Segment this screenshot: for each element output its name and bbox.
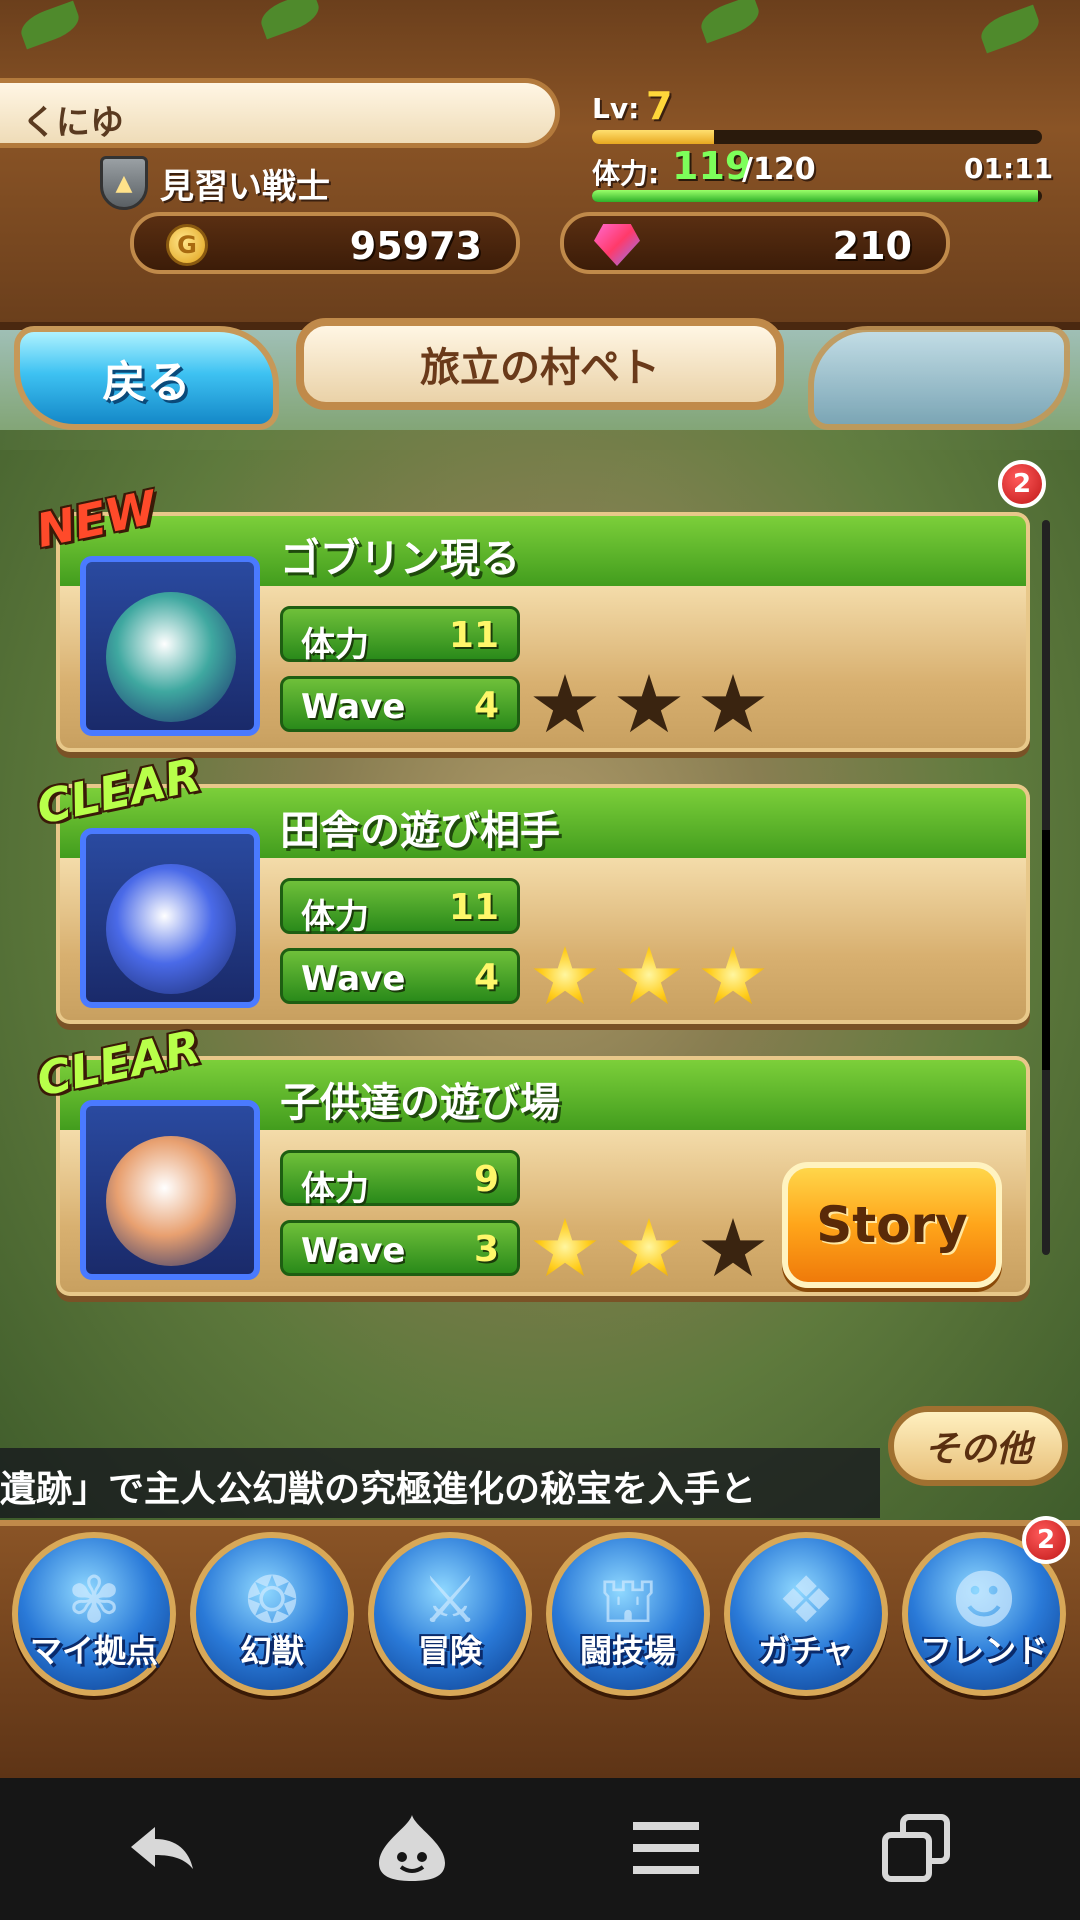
menu-icon[interactable] — [626, 1808, 706, 1888]
exp-bar — [592, 130, 1042, 144]
menu-button-beasts[interactable]: ❂ 幻獣 — [190, 1532, 354, 1696]
quest-card[interactable]: 田舎の遊び相手 CLEAR 体力 11 Wave 4 — [32, 747, 1030, 1024]
quest-card[interactable]: ゴブリン現る NEW 体力 11 Wave 4 — [32, 480, 1030, 752]
leaf-decoration — [976, 4, 1044, 54]
back-arrow-icon[interactable] — [122, 1808, 202, 1888]
stamina-cost-value: 11 — [448, 615, 499, 656]
gold-value: 95973 — [349, 224, 482, 268]
menu-button-gacha[interactable]: ❖ ガチャ — [724, 1532, 888, 1696]
leaf-decoration — [16, 0, 84, 50]
stamina-cost-value: 11 — [448, 887, 499, 928]
rank-title: 見習い戦士 — [160, 166, 330, 207]
wave-value: 4 — [473, 957, 499, 998]
stamina-label: 体力: — [592, 157, 660, 190]
location-title: 旅立の村ペト — [420, 345, 660, 391]
stamina-bar — [592, 190, 1042, 202]
menu-label: ガチャ — [758, 1632, 854, 1670]
quest-portrait — [80, 1100, 260, 1280]
wave-box: Wave 4 — [280, 676, 520, 732]
recent-apps-icon[interactable] — [876, 1808, 956, 1888]
friends-badge: 2 — [1022, 1516, 1070, 1564]
story-button-label: Story — [816, 1196, 968, 1254]
location-title-plate: 旅立の村ペト — [296, 318, 784, 410]
stamina-cost-label: 体力 — [301, 1169, 369, 1209]
news-ticker[interactable]: 遺跡」で主人公幻獣の究極進化の秘宝を入手と — [0, 1448, 880, 1518]
system-navigation-bar — [0, 1778, 1080, 1920]
gem-value: 210 — [832, 224, 912, 268]
stamina-timer: 01:11 — [964, 152, 1054, 185]
quest-name: ゴブリン現る — [280, 536, 520, 582]
leaf-decoration — [256, 0, 324, 40]
game-screen: くにゆ ▲ 見習い戦士 Lv: 7 体力: 119 /120 01:11 G 9… — [0, 0, 1080, 1778]
character-face-image — [106, 864, 236, 994]
exp-bar-fill — [592, 130, 714, 144]
quest-card[interactable]: 子供達の遊び場 CLEAR 体力 9 Wave 3 Story — [32, 1019, 1030, 1296]
player-name-plate: くにゆ — [0, 78, 560, 148]
news-ticker-text: 遺跡」で主人公幻獣の究極進化の秘宝を入手と — [0, 1469, 757, 1510]
wave-label: Wave — [301, 687, 406, 727]
quest-portrait — [80, 828, 260, 1008]
other-button[interactable]: その他 — [888, 1406, 1068, 1486]
gold-coin-icon: G — [166, 224, 208, 266]
gold-counter[interactable]: G 95973 — [130, 212, 520, 274]
menu-label: フレンド — [919, 1632, 1048, 1670]
stamina-cost-box: 体力 11 — [280, 878, 520, 937]
menu-button-home[interactable]: ✾ マイ拠点 — [12, 1532, 176, 1696]
quest-portrait — [80, 556, 260, 736]
character-face-image — [106, 1136, 236, 1266]
stamina-cost-label: 体力 — [301, 625, 369, 665]
menu-label: 闘技場 — [579, 1632, 676, 1670]
wave-box: Wave 3 — [280, 1220, 520, 1276]
stamina-bar-fill — [592, 190, 1038, 202]
player-name: くにゆ — [22, 103, 124, 143]
status-frame: くにゆ ▲ 見習い戦士 Lv: 7 体力: 119 /120 01:11 G 9… — [0, 0, 1080, 330]
scrollbar-thumb[interactable] — [1042, 830, 1050, 1070]
menu-label: 冒険 — [417, 1632, 482, 1670]
stamina-max: /120 — [742, 152, 816, 187]
menu-button-arena[interactable]: ⛫ 闘技場 — [546, 1532, 710, 1696]
level-value: 7 — [646, 84, 673, 128]
rank-shield-icon: ▲ — [100, 156, 148, 210]
leaf-decoration — [696, 0, 764, 44]
gem-counter[interactable]: 210 — [560, 212, 950, 274]
quest-list-scrollbar[interactable] — [1042, 520, 1050, 1255]
other-button-label: その他 — [923, 1429, 1032, 1470]
wave-label: Wave — [301, 959, 406, 999]
menu-label: 幻獣 — [239, 1632, 304, 1670]
level-label: Lv: — [592, 92, 640, 125]
enemy-face-image — [106, 592, 236, 722]
quest-name: 子供達の遊び場 — [280, 1080, 560, 1126]
stamina-cost-box: 体力 9 — [280, 1150, 520, 1209]
menu-label: マイ拠点 — [29, 1632, 158, 1670]
back-button[interactable]: 戻る — [14, 326, 279, 430]
wave-value: 4 — [473, 685, 499, 726]
slime-icon[interactable] — [372, 1808, 452, 1888]
stamina-cost-label: 体力 — [301, 897, 369, 937]
stamina-current: 119 — [672, 144, 752, 188]
menu-button-adventure[interactable]: ⚔ 冒険 — [368, 1532, 532, 1696]
wave-label: Wave — [301, 1231, 406, 1271]
wave-box: Wave 4 — [280, 948, 520, 1004]
back-button-label: 戻る — [102, 357, 191, 408]
wave-value: 3 — [473, 1229, 499, 1270]
stamina-cost-box: 体力 11 — [280, 606, 520, 665]
quest-name: 田舎の遊び相手 — [280, 808, 560, 854]
stamina-cost-value: 9 — [473, 1159, 499, 1200]
rank-title-row: ▲ 見習い戦士 — [100, 155, 330, 211]
gem-icon — [594, 224, 640, 266]
forward-button[interactable] — [808, 326, 1070, 430]
notification-badge: 2 — [998, 460, 1046, 508]
story-button[interactable]: Story — [782, 1162, 1002, 1288]
